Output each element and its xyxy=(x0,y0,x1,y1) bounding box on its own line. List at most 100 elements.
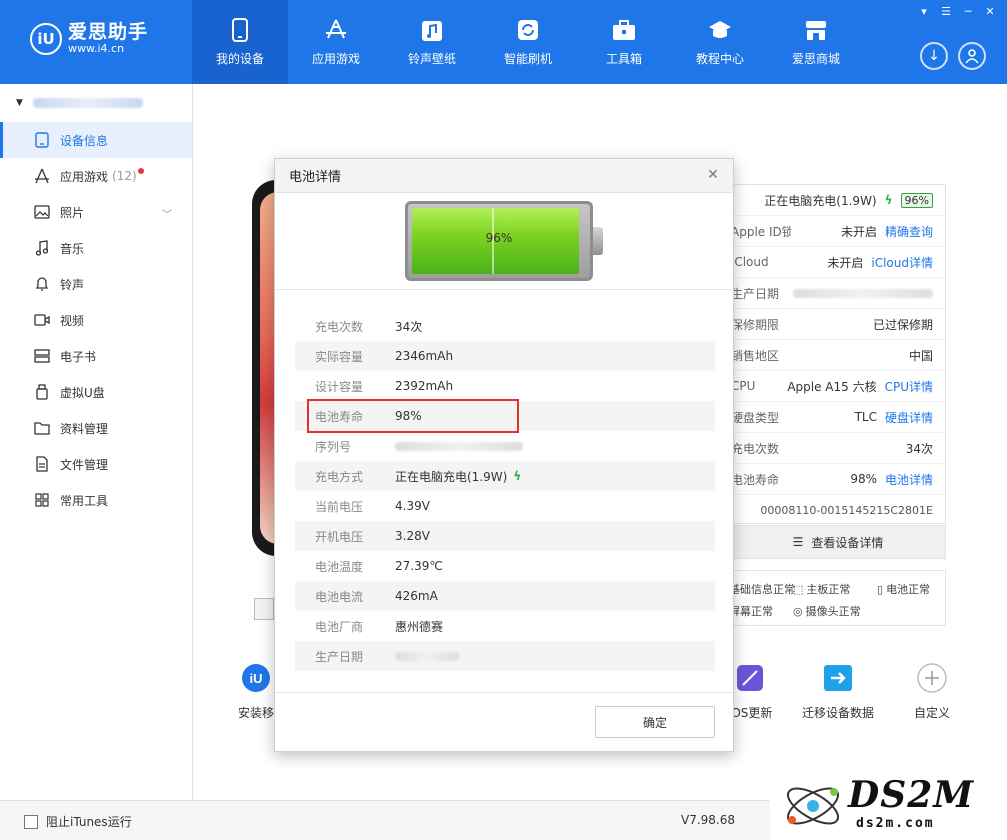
info-value: 未开启 xyxy=(840,224,877,239)
tool-install[interactable]: iU 安装移 xyxy=(238,662,274,721)
install-icon: iU xyxy=(240,662,272,694)
info-row: 生产日期 xyxy=(731,278,945,309)
sidebar-item-3[interactable]: 音乐 xyxy=(0,230,192,266)
info-row: 00008110-0015145215C2801E xyxy=(731,495,945,526)
sidebar-item-label: 文件管理 xyxy=(60,457,109,472)
view-device-detail-button[interactable]: ☰ 查看设备详情 xyxy=(730,525,946,559)
download-icon[interactable]: ↓ xyxy=(920,42,948,70)
close-window-icon[interactable]: ✕ xyxy=(981,4,999,20)
info-label: 硬盘类型 xyxy=(731,410,780,425)
device-info-icon xyxy=(34,132,50,148)
detail-row: 生产日期 xyxy=(295,641,715,671)
detail-row: 充电方式 正在电脑充电(1.9W) ϟ xyxy=(295,461,715,491)
nav-flash[interactable]: 智能刷机 xyxy=(480,0,576,84)
info-row: 电池寿命 98% 电池详情 xyxy=(731,464,945,495)
sidebar-item-9[interactable]: 文件管理 xyxy=(0,446,192,482)
sidebar-item-2[interactable]: 照片 ﹀ xyxy=(0,194,192,230)
main-nav: 我的设备 应用游戏 铃声壁纸 智能刷机 工具箱 教程中心 爱思商城 xyxy=(192,0,864,84)
info-link[interactable]: 电池详情 xyxy=(885,471,933,488)
sidebar-item-5[interactable]: 视频 xyxy=(0,302,192,338)
watermark-logo-icon xyxy=(787,787,839,825)
device-info-panel: 正在电脑充电(1.9W) ϟ 96% Apple ID锁 未开启 精确查询 iClou… xyxy=(730,184,946,526)
nav-apps-games[interactable]: 应用游戏 xyxy=(288,0,384,84)
info-link[interactable]: 精确查询 xyxy=(885,223,933,240)
device-selector[interactable]: ▼ xyxy=(0,84,192,122)
blurred-value xyxy=(395,651,459,661)
user-avatar-icon[interactable] xyxy=(958,42,986,70)
sidebar-item-4[interactable]: 铃声 xyxy=(0,266,192,302)
file-icon xyxy=(34,456,50,472)
music-note-icon xyxy=(420,18,444,42)
sidebar-item-1[interactable]: 应用游戏 (12) xyxy=(0,158,192,194)
detail-label: 序列号 xyxy=(315,439,352,454)
ebook-icon xyxy=(34,348,50,364)
minimize-icon[interactable]: ─ xyxy=(959,4,977,20)
chevron-down-icon[interactable]: ﹀ xyxy=(162,206,172,221)
tool-custom[interactable]: 自定义 xyxy=(914,662,950,721)
battery-detail-dialog: 电池详情 ✕ 96% 充电次数 34次 实际容量 2346mAh 设计容量 2392mAh… xyxy=(274,158,734,752)
highlight-box xyxy=(307,399,519,433)
sidebar-item-8[interactable]: 资料管理 xyxy=(0,410,192,446)
detail-row: 电池厂商 惠州德赛 xyxy=(295,611,715,641)
sidebar-item-label: 设备信息 xyxy=(60,133,109,148)
close-icon[interactable]: ✕ xyxy=(705,167,721,183)
block-itunes-checkbox[interactable]: 阻止iTunes运行 xyxy=(24,813,132,830)
photo-icon xyxy=(34,204,50,220)
battery-graphic: 96% xyxy=(405,201,605,281)
sidebar-item-label: 常用工具 xyxy=(60,493,109,508)
logo-mark-icon: iU xyxy=(30,23,62,55)
sidebar-item-6[interactable]: 电子书 xyxy=(0,338,192,374)
detail-label: 电池厂商 xyxy=(315,619,364,634)
folder-icon xyxy=(34,420,50,436)
app-logo: iU 爱思助手 www.i4.cn xyxy=(30,22,148,56)
tool-ios-update[interactable]: iOS更新 xyxy=(728,662,772,721)
add-icon xyxy=(916,662,948,694)
charging-row: 正在电脑充电(1.9W) ϟ 96% xyxy=(731,185,945,216)
sidebar-item-10[interactable]: 常用工具 xyxy=(0,482,192,518)
list-icon: ☰ xyxy=(792,535,804,549)
nav-label: 铃声壁纸 xyxy=(407,51,456,66)
checkbox[interactable] xyxy=(24,814,38,829)
sidebar-item-7[interactable]: 虚拟U盘 xyxy=(0,374,192,410)
migrate-icon xyxy=(822,662,854,694)
sidebar-item-label: 照片 xyxy=(60,205,85,220)
graduation-cap-icon xyxy=(708,18,732,42)
skin-icon[interactable]: ▾ xyxy=(915,4,933,20)
phone-button-stub[interactable] xyxy=(254,598,274,620)
grid-icon xyxy=(34,492,50,508)
info-value: 00008110-0015145215C2801E xyxy=(760,503,933,517)
watermark-text: DS2M xyxy=(848,774,975,816)
video-icon xyxy=(34,312,50,328)
battery-percent: 96% xyxy=(485,231,513,245)
info-row: iCloud 未开启 iCloud详情 xyxy=(731,247,945,278)
checkbox-label: 阻止iTunes运行 xyxy=(46,815,132,829)
sidebar-item-label: 铃声 xyxy=(60,277,85,292)
nav-shop[interactable]: 爱思商城 xyxy=(768,0,864,84)
nav-my-device[interactable]: 我的设备 xyxy=(192,0,288,84)
nav-tutorials[interactable]: 教程中心 xyxy=(672,0,768,84)
sidebar-item-count: (12) xyxy=(112,169,137,183)
confirm-button[interactable]: 确定 xyxy=(595,706,715,738)
info-label: 电池寿命 xyxy=(731,472,780,487)
info-link[interactable]: 硬盘详情 xyxy=(885,409,933,426)
detail-label: 设计容量 xyxy=(315,379,364,394)
info-link[interactable]: CPU详情 xyxy=(885,378,933,395)
info-link[interactable]: iCloud详情 xyxy=(871,254,933,271)
detail-value: 34次 xyxy=(395,319,423,334)
app-store-icon xyxy=(324,18,348,42)
blurred-value xyxy=(395,441,523,451)
tool-migrate[interactable]: 迁移设备数据 xyxy=(802,662,874,721)
sidebar-item-0[interactable]: 设备信息 xyxy=(0,122,192,158)
divider xyxy=(275,289,733,290)
info-row: 硬盘类型 TLC 硬盘详情 xyxy=(731,402,945,433)
nav-ringtones[interactable]: 铃声壁纸 xyxy=(384,0,480,84)
info-value: 未开启 xyxy=(827,255,864,270)
nav-toolbox[interactable]: 工具箱 xyxy=(576,0,672,84)
menu-icon[interactable]: ☰ xyxy=(937,4,955,20)
diag-battery: ▯ 电池正常 xyxy=(877,582,931,597)
info-value: 已过保修期 xyxy=(872,317,933,332)
top-header: iU 爱思助手 www.i4.cn 我的设备 应用游戏 铃声壁纸 智能刷机 工具… xyxy=(0,0,1007,84)
detail-row: 开机电压 3.28V xyxy=(295,521,715,551)
diag-screen: 屏幕正常 xyxy=(729,605,773,618)
info-value: 34次 xyxy=(905,441,933,456)
